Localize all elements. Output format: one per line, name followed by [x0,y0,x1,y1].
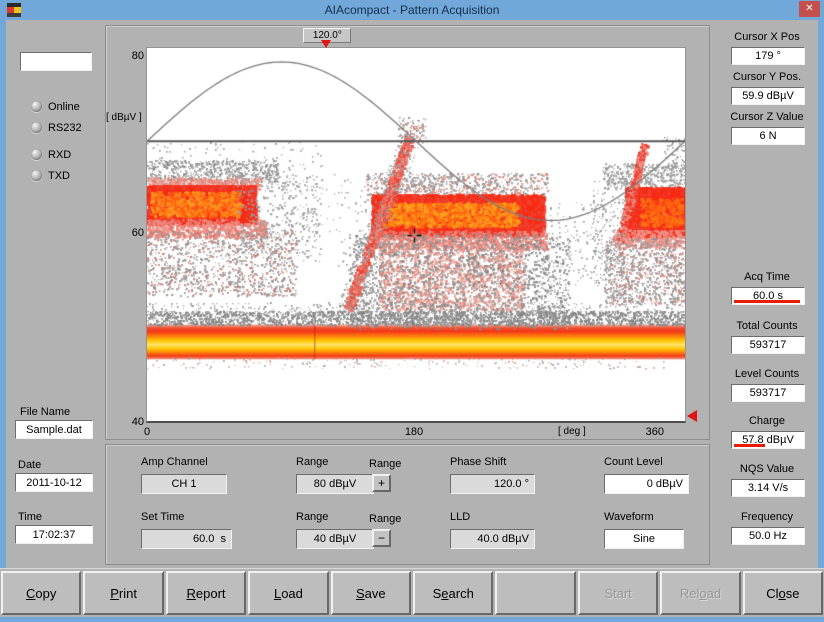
acq-time-field: 60.0 s [731,287,805,305]
phase-marker-icon[interactable] [321,40,331,48]
x-axis-label: [ deg ] [558,426,586,437]
report-button[interactable]: Report [166,571,246,615]
online-led-icon [31,101,42,112]
range-bottom-field[interactable]: 40 dBµV [296,529,374,549]
cursor-x-field: 179 ° [731,47,805,65]
total-counts-field: 593717 [731,336,805,354]
rs232-led-icon [31,122,42,133]
y-axis-label: [ dBµV ] [106,112,142,123]
set-time-label: Set Time [141,511,184,523]
date-field[interactable]: 2011-10-12 [15,473,93,492]
txd-led-label: TXD [48,170,70,182]
rxd-led-label: RXD [48,149,71,161]
level-counts-label: Level Counts [714,368,820,380]
frequency-label: Frequency [714,511,820,523]
y-tick-60: 60 [118,227,144,239]
phase-shift-label: Phase Shift [450,456,506,468]
set-time-field[interactable]: 60.0 s [141,529,232,549]
charge-progress [734,444,765,447]
range-decrease-button[interactable]: − [372,529,391,547]
frequency-field: 50.0 Hz [731,527,805,545]
charge-label: Charge [714,415,820,427]
charge-field: 57.8 dBµV [731,431,805,449]
acq-time-label: Acq Time [714,271,820,283]
lld-field[interactable]: 40.0 dBµV [450,529,535,549]
waveform-field[interactable]: Sine [604,529,684,549]
cursor-y-field: 59.9 dBµV [731,87,805,105]
rs232-led-label: RS232 [48,122,82,134]
rxd-led-icon [31,149,42,160]
acq-time-progress [734,300,800,303]
waveform-label: Waveform [604,511,654,523]
blank-button [495,571,575,615]
start-button[interactable]: Start [578,571,658,615]
pattern-chart-panel: 80 [ dBµV ] 60 40 0 180 [ deg ] 360 120.… [105,25,710,440]
phase-shift-field[interactable]: 120.0 ° [450,474,535,494]
cursor-z-field: 6 N [731,127,805,145]
status-display [20,52,92,71]
y-tick-80: 80 [118,50,144,62]
file-name-field[interactable]: Sample.dat [15,420,93,439]
acquisition-controls-panel: Amp Channel CH 1 Range 80 dBµV Range + P… [105,444,710,565]
lld-label: LLD [450,511,470,523]
range-up-label: Range [369,458,401,470]
count-level-label: Count Level [604,456,663,468]
cursor-y-label: Cursor Y Pos. [714,71,820,83]
y-tick-40: 40 [118,416,144,428]
range-down-label: Range [369,513,401,525]
nqs-value-field: 3.14 V/s [731,479,805,497]
range-top-field[interactable]: 80 dBµV [296,474,374,494]
level-marker-icon[interactable] [687,410,697,422]
pd-pattern-plot[interactable]: 120.0° [146,47,686,423]
copy-button[interactable]: Copy [1,571,81,615]
load-button[interactable]: Load [248,571,328,615]
button-bar: Copy Print Report Load Save Search Start… [0,568,824,617]
nqs-value-label: NQS Value [714,463,820,475]
total-counts-label: Total Counts [714,320,820,332]
txd-led-icon [31,170,42,181]
app-window: AIAcompact - Pattern Acquisition ✕ Onlin… [0,0,824,622]
close-icon[interactable]: ✕ [799,1,820,17]
pd-pattern-canvas[interactable] [147,48,685,421]
date-label: Date [18,459,41,471]
close-button[interactable]: Close [743,571,823,615]
x-tick-0: 0 [144,426,150,438]
time-field[interactable]: 17:02:37 [15,525,93,544]
range-bottom-label: Range [296,511,328,523]
print-button[interactable]: Print [83,571,163,615]
x-tick-180: 180 [399,426,429,438]
cursor-z-label: Cursor Z Value [714,111,820,123]
amp-channel-label: Amp Channel [141,456,208,468]
app-icon [7,3,21,17]
level-counts-field: 593717 [731,384,805,402]
count-level-field[interactable]: 0 dBµV [604,474,689,494]
range-top-label: Range [296,456,328,468]
x-tick-360: 360 [634,426,664,438]
search-button[interactable]: Search [413,571,493,615]
title-bar: AIAcompact - Pattern Acquisition ✕ [0,0,824,20]
window-title: AIAcompact - Pattern Acquisition [325,3,500,17]
save-button[interactable]: Save [331,571,411,615]
amp-channel-field[interactable]: CH 1 [141,474,227,494]
time-label: Time [18,511,42,523]
range-increase-button[interactable]: + [372,474,391,492]
cursor-x-label: Cursor X Pos [714,31,820,43]
online-led-label: Online [48,101,80,113]
file-name-label: File Name [20,406,70,418]
reload-button[interactable]: Reload [660,571,740,615]
